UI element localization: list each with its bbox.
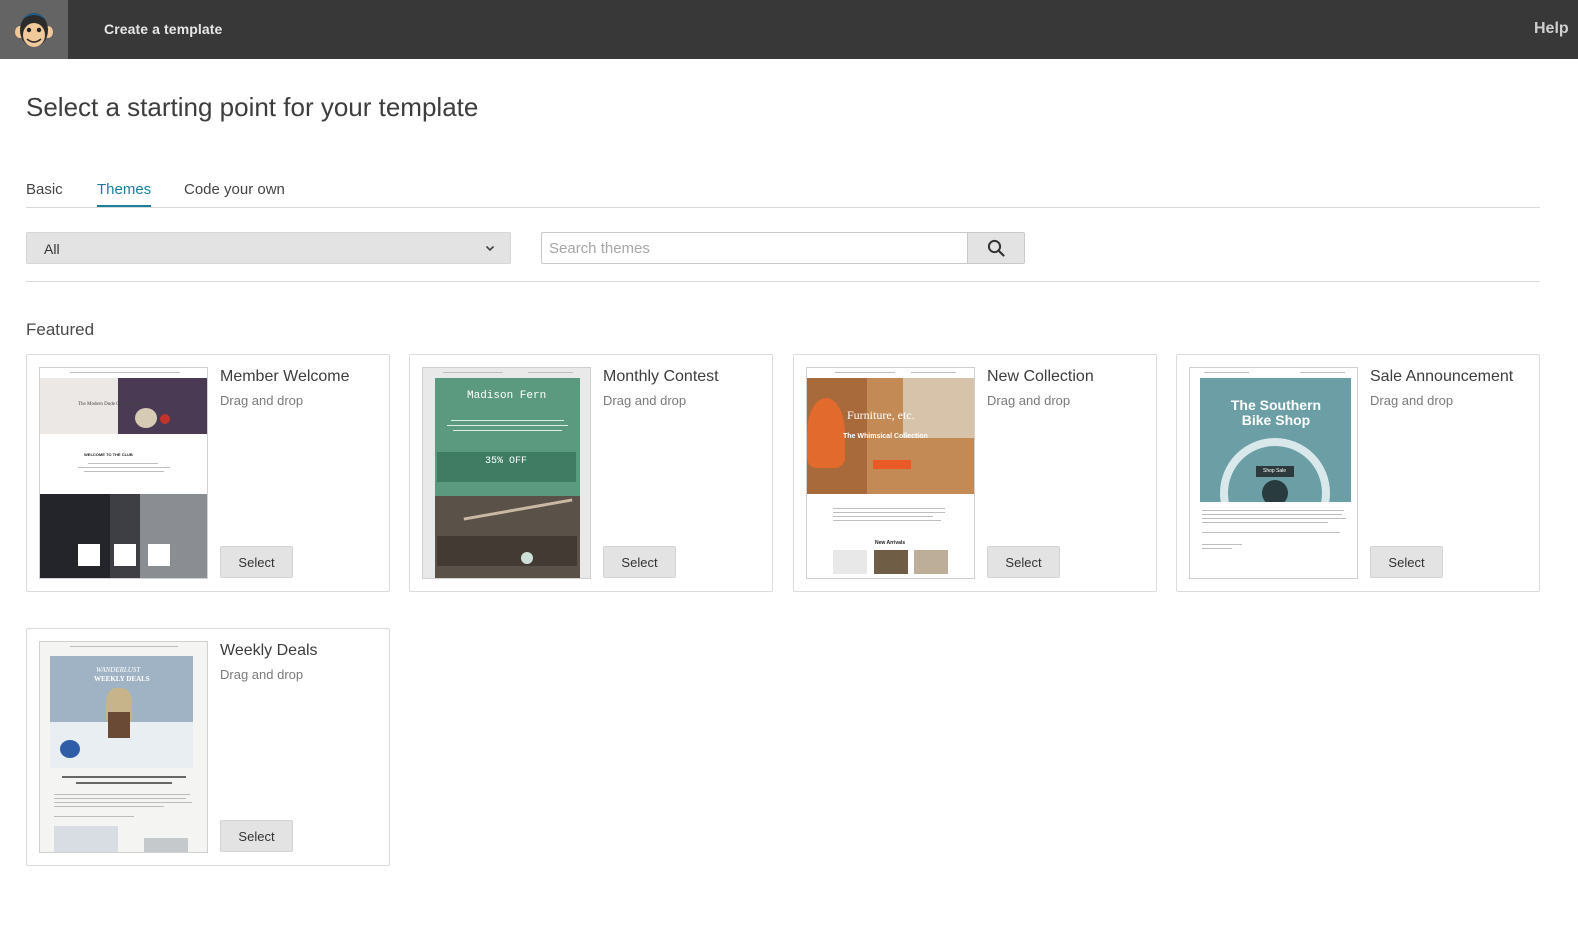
topbar-title: Create a template (104, 21, 223, 37)
monkey-logo-icon (15, 13, 53, 47)
theme-thumbnail-weekly-deals[interactable]: WANDERLUST WEEKLY DEALS (39, 641, 208, 853)
theme-card-monthly-contest: Madison Fern 35% OFF Monthly Contest Dra… (409, 354, 773, 592)
select-button-sale-announcement[interactable]: Select (1370, 546, 1443, 578)
featured-section-title: Featured (26, 320, 95, 339)
thumb-brand-name: Madison Fern (467, 390, 547, 402)
thumb-wanderlust: WANDERLUST (96, 666, 141, 674)
thumb-welcome-heading: WELCOME TO THE CLUB (84, 452, 133, 457)
thumb-bike-shop-title: The Southern Bike Shop (1230, 397, 1322, 428)
tab-basic[interactable]: Basic (26, 181, 63, 205)
tab-themes[interactable]: Themes (97, 181, 152, 207)
top-bar: Create a template Help (0, 0, 1578, 59)
category-filter-select[interactable]: All (26, 232, 511, 264)
theme-name: New Collection (987, 368, 1094, 385)
logo-button[interactable] (0, 0, 68, 59)
thumb-store-name: The Modern Dude Clothing Store (78, 402, 146, 407)
search-button[interactable] (967, 233, 1024, 263)
theme-type: Drag and drop (1370, 393, 1454, 408)
theme-thumbnail-monthly-contest[interactable]: Madison Fern 35% OFF (422, 367, 591, 579)
category-filter-value: All (44, 241, 60, 257)
thumb-furniture-title: Furniture, etc. (847, 408, 915, 422)
theme-type: Drag and drop (220, 393, 304, 408)
select-button-new-collection[interactable]: Select (987, 546, 1060, 578)
thumb-new-arrivals: New Arrivals (875, 540, 906, 546)
search-box (541, 232, 1025, 264)
theme-card-sale-announcement: The Southern Bike Shop Shop Sale Sale An… (1176, 354, 1540, 592)
chevron-down-icon (485, 245, 495, 252)
thumb-discount: 35% OFF (485, 456, 528, 467)
theme-thumbnail-member-welcome[interactable]: The Modern Dude Clothing Store WELCOME T… (39, 367, 208, 579)
theme-thumbnail-sale-announcement[interactable]: The Southern Bike Shop Shop Sale (1189, 367, 1358, 579)
tab-code-your-own[interactable]: Code your own (184, 181, 285, 205)
search-input[interactable] (542, 233, 968, 263)
help-link[interactable]: Help (1534, 20, 1569, 38)
select-button-member-welcome[interactable]: Select (220, 546, 293, 578)
page-title: Select a starting point for your templat… (26, 92, 479, 122)
theme-card-new-collection: Furniture, etc. The Whimsical Collection… (793, 354, 1157, 592)
theme-type: Drag and drop (603, 393, 687, 408)
select-button-monthly-contest[interactable]: Select (603, 546, 676, 578)
theme-card-weekly-deals: WANDERLUST WEEKLY DEALS Weekly Deals Dra… (26, 628, 390, 866)
template-tabs: Basic Themes Code your own (26, 180, 1540, 208)
theme-name: Member Welcome (220, 368, 350, 385)
search-icon (987, 239, 1005, 257)
select-button-weekly-deals[interactable]: Select (220, 820, 293, 852)
theme-name: Sale Announcement (1370, 368, 1514, 385)
theme-name: Weekly Deals (220, 642, 318, 659)
theme-card-member-welcome: The Modern Dude Clothing Store WELCOME T… (26, 354, 390, 592)
theme-thumbnail-new-collection[interactable]: Furniture, etc. The Whimsical Collection… (806, 367, 975, 579)
thumb-weekly-deals: WEEKLY DEALS (94, 675, 150, 683)
theme-name: Monthly Contest (603, 368, 719, 385)
thumb-collection-title: The Whimsical Collection (843, 433, 928, 440)
divider (26, 281, 1540, 282)
thumb-shop-sale: Shop Sale (1263, 468, 1287, 474)
theme-type: Drag and drop (220, 667, 304, 682)
theme-type: Drag and drop (987, 393, 1071, 408)
